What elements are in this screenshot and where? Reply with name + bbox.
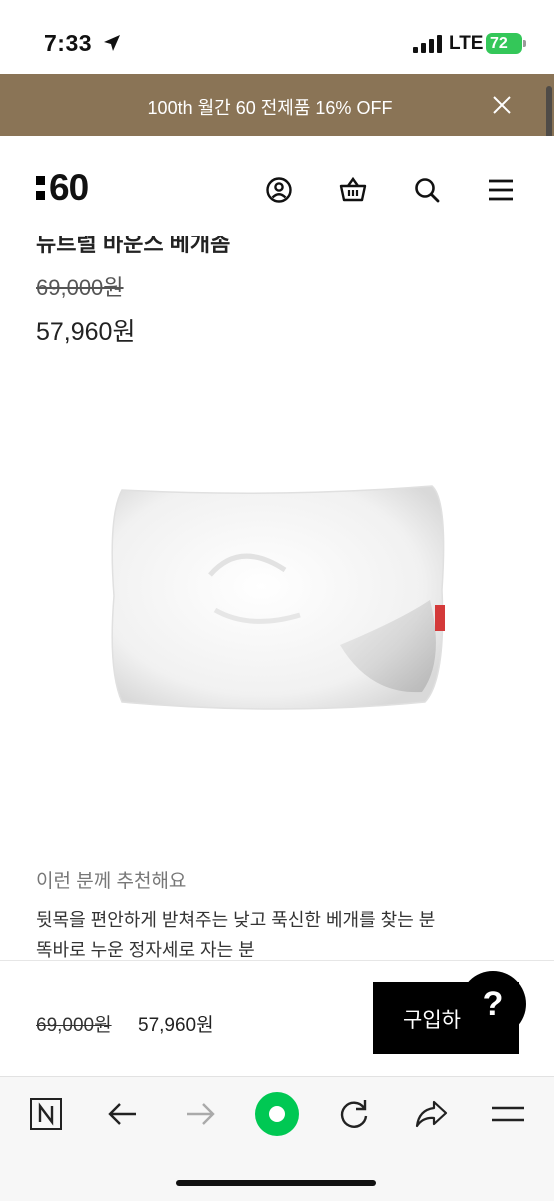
logo-colon <box>36 176 45 200</box>
share-icon[interactable] <box>413 1096 449 1132</box>
back-arrow-icon[interactable] <box>105 1096 141 1132</box>
product-image <box>111 485 445 710</box>
scrollbar[interactable] <box>546 86 552 140</box>
battery-icon: 72 <box>486 33 526 54</box>
recommend-title: 이런 분께 추천해요 <box>36 871 187 892</box>
buybar-original-price: 69,000원 <box>36 1015 112 1036</box>
original-price: 69,000원 <box>36 275 124 300</box>
menu-icon[interactable] <box>487 176 515 204</box>
promo-banner[interactable]: 100th 월간 60 전제품 16% OFF <box>0 74 554 136</box>
basket-icon[interactable] <box>339 176 367 204</box>
home-indicator[interactable] <box>176 1180 376 1186</box>
menu-icon[interactable] <box>490 1096 526 1132</box>
signal-icon <box>413 35 443 53</box>
buybar-sale-price: 57,960원 <box>138 1015 214 1036</box>
forward-arrow-icon[interactable] <box>182 1096 218 1132</box>
naver-home-icon[interactable] <box>28 1096 64 1132</box>
recommend-line: 똑바로 누운 정자세로 자는 분 <box>36 940 255 960</box>
refresh-icon[interactable] <box>336 1096 372 1132</box>
logo[interactable]: 60 <box>36 167 89 208</box>
logo-text: 60 <box>49 167 89 208</box>
close-icon[interactable] <box>489 92 515 118</box>
help-button[interactable]: ? <box>462 973 524 1035</box>
location-arrow-icon <box>104 35 120 51</box>
promo-text: 100th 월간 60 전제품 16% OFF <box>147 98 393 118</box>
green-dot-icon[interactable] <box>254 1091 300 1137</box>
network-label: LTE <box>449 33 484 54</box>
recommend-line: 뒷목을 편안하게 받쳐주는 낮고 푹신한 베개를 찾는 분 <box>36 910 436 930</box>
user-icon[interactable] <box>265 176 293 204</box>
buy-button-label: 구입하 <box>403 1009 461 1032</box>
sale-price: 57,960원 <box>36 318 136 346</box>
status-time: 7:33 <box>44 30 93 56</box>
search-icon[interactable] <box>413 176 441 204</box>
